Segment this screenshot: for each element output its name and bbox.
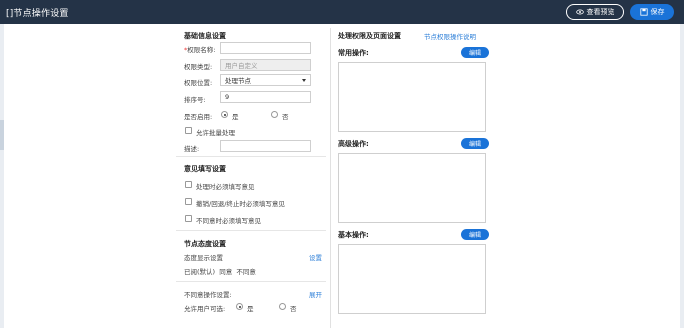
group-label-basic: 基本操作: <box>338 231 369 239</box>
desc-input[interactable] <box>220 140 311 152</box>
disagree-label: 不同意操作设置: <box>184 291 232 299</box>
order-label: 排序号: <box>184 96 206 104</box>
right-scroll-strip <box>680 24 684 328</box>
group-label-common: 常用操作: <box>338 49 369 57</box>
permissions-section-title: 处理权限及页面设置 <box>338 32 401 40</box>
eye-icon <box>575 9 584 15</box>
column-divider <box>330 28 331 328</box>
preview-button[interactable]: 查看预览 <box>566 4 624 20</box>
position-select-value: 处理节点 <box>225 77 251 85</box>
permissions-help-link[interactable]: 节点权限操作说明 <box>424 31 476 41</box>
allow-no-label: 否 <box>290 305 297 313</box>
chevron-down-icon <box>302 78 306 82</box>
advanced-operations-box <box>338 153 486 223</box>
divider-opinion <box>176 230 326 231</box>
opinion-section-title: 意见填写设置 <box>184 165 226 173</box>
name-input[interactable] <box>220 42 311 54</box>
opinion-label-2: 撤销/回退/终止时必须填写意见 <box>196 200 285 208</box>
enabled-no-label: 否 <box>282 113 289 121</box>
expand-link[interactable]: 展开 <box>309 289 322 299</box>
batch-checkbox[interactable] <box>185 127 192 134</box>
enabled-label: 是否启用: <box>184 113 213 121</box>
basic-operations-box <box>338 244 486 314</box>
allow-no-radio[interactable] <box>279 303 286 310</box>
batch-label: 允许批量处理 <box>196 129 235 137</box>
enabled-yes-radio[interactable] <box>221 111 228 118</box>
opinion-checkbox-2[interactable] <box>185 198 192 205</box>
edit-button-basic[interactable]: 编辑 <box>461 229 489 240</box>
type-input: 用户自定义 <box>220 59 311 71</box>
group-label-advanced: 高级操作: <box>338 140 369 148</box>
common-operations-box <box>338 62 486 132</box>
edit-button-common[interactable]: 编辑 <box>461 47 489 58</box>
divider-attitude <box>176 281 326 282</box>
enabled-no-radio[interactable] <box>271 111 278 118</box>
left-strip-marker <box>0 120 4 150</box>
attitude-display-label: 态度显示设置 <box>184 254 223 262</box>
divider-basic <box>176 156 326 157</box>
opinion-label-3: 不同意时必须填写意见 <box>196 217 261 225</box>
position-select[interactable]: 处理节点 <box>220 74 311 86</box>
position-label: 权限位置: <box>184 79 213 87</box>
name-label: *权限名称: <box>184 46 216 54</box>
edit-button-advanced[interactable]: 编辑 <box>461 138 489 149</box>
top-bar: []节点操作设置 查看预览 保存 <box>0 0 684 24</box>
order-input[interactable]: 9 <box>220 91 311 103</box>
desc-label: 描述: <box>184 145 200 153</box>
attitude-values: 已阅(默认) 同意 不同意 <box>184 268 256 276</box>
preview-button-label: 查看预览 <box>586 8 615 16</box>
save-icon <box>639 8 648 16</box>
name-label-text: 权限名称: <box>187 46 216 54</box>
allow-select-label: 允许用户可选: <box>184 305 226 313</box>
attitude-settings-link[interactable]: 设置 <box>309 252 322 262</box>
opinion-checkbox-3[interactable] <box>185 215 192 222</box>
save-button[interactable]: 保存 <box>630 4 674 20</box>
left-scroll-strip <box>0 24 4 328</box>
allow-yes-label: 是 <box>247 305 254 313</box>
basic-section-title: 基础信息设置 <box>184 32 226 40</box>
page-title: []节点操作设置 <box>6 9 69 19</box>
opinion-checkbox-1[interactable] <box>185 181 192 188</box>
opinion-label-1: 处理时必须填写意见 <box>196 183 255 191</box>
save-button-label: 保存 <box>650 8 665 16</box>
type-label: 权限类型: <box>184 63 213 71</box>
attitude-section-title: 节点态度设置 <box>184 240 226 248</box>
enabled-yes-label: 是 <box>232 113 239 121</box>
allow-yes-radio[interactable] <box>236 303 243 310</box>
